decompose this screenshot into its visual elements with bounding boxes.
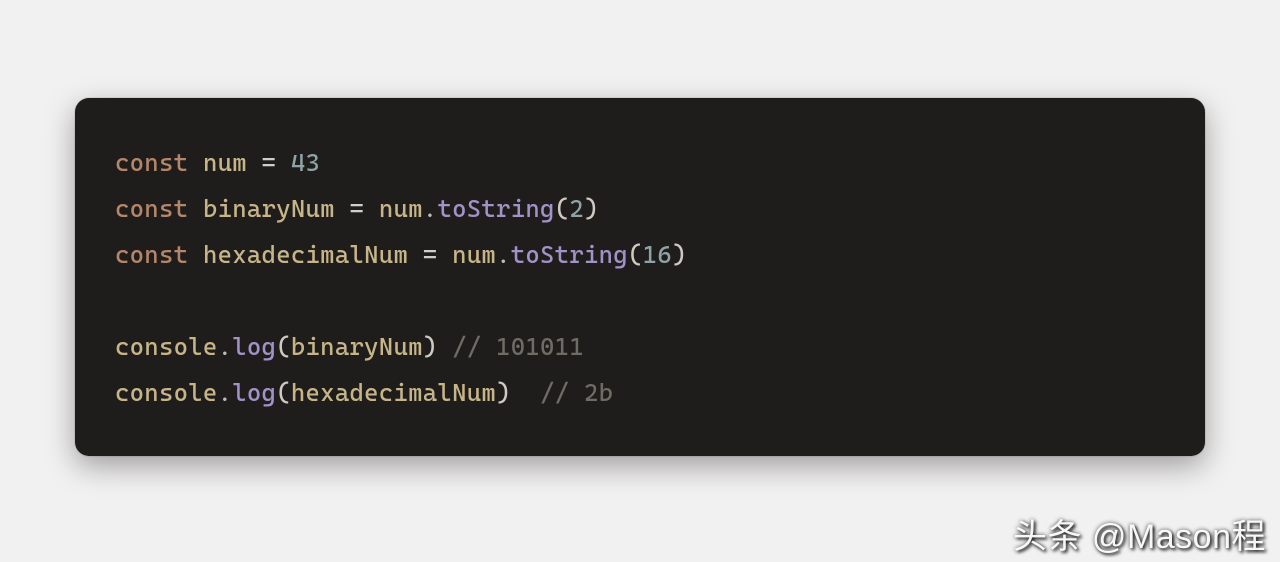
- code-token: .: [218, 378, 233, 407]
- code-token: (: [628, 240, 643, 269]
- code-token: =: [408, 240, 452, 269]
- code-line: const binaryNum = num.toString(2): [115, 186, 1165, 232]
- code-token: hexadecimalNum: [291, 378, 496, 407]
- code-line: [115, 278, 1165, 324]
- code-token: const: [115, 240, 203, 269]
- code-token: .: [423, 194, 438, 223]
- code-token: log: [232, 332, 276, 361]
- code-token: binaryNum: [291, 332, 423, 361]
- code-token: (: [555, 194, 570, 223]
- code-token: toString: [511, 240, 628, 269]
- code-token: // 101011: [437, 332, 584, 361]
- watermark-text: 头条 @Mason程: [1013, 509, 1266, 558]
- code-token: ): [496, 378, 511, 407]
- code-line: const num = 43: [115, 140, 1165, 186]
- code-token: ): [423, 332, 438, 361]
- code-token: console: [115, 332, 218, 361]
- code-block: const num = 43const binaryNum = num.toSt…: [115, 140, 1165, 416]
- code-card: const num = 43const binaryNum = num.toSt…: [75, 98, 1205, 456]
- code-token: (: [276, 332, 291, 361]
- code-token: .: [496, 240, 511, 269]
- code-token: =: [335, 194, 379, 223]
- code-token: console: [115, 378, 218, 407]
- code-token: num: [452, 240, 496, 269]
- code-token: 16: [643, 240, 672, 269]
- code-token: binaryNum: [203, 194, 335, 223]
- code-token: 2: [569, 194, 584, 223]
- code-token: num: [379, 194, 423, 223]
- code-token: .: [218, 332, 233, 361]
- code-token: const: [115, 194, 203, 223]
- code-token: toString: [437, 194, 554, 223]
- code-line: console.log(hexadecimalNum) // 2b: [115, 370, 1165, 416]
- code-token: const: [115, 148, 203, 177]
- code-token: (: [276, 378, 291, 407]
- code-line: console.log(binaryNum) // 101011: [115, 324, 1165, 370]
- code-token: num: [203, 148, 247, 177]
- code-line: const hexadecimalNum = num.toString(16): [115, 232, 1165, 278]
- code-token: =: [247, 148, 291, 177]
- code-token: // 2b: [511, 378, 614, 407]
- code-token: ): [672, 240, 687, 269]
- code-token: 43: [291, 148, 320, 177]
- code-token: log: [232, 378, 276, 407]
- code-token: hexadecimalNum: [203, 240, 408, 269]
- code-token: ): [584, 194, 599, 223]
